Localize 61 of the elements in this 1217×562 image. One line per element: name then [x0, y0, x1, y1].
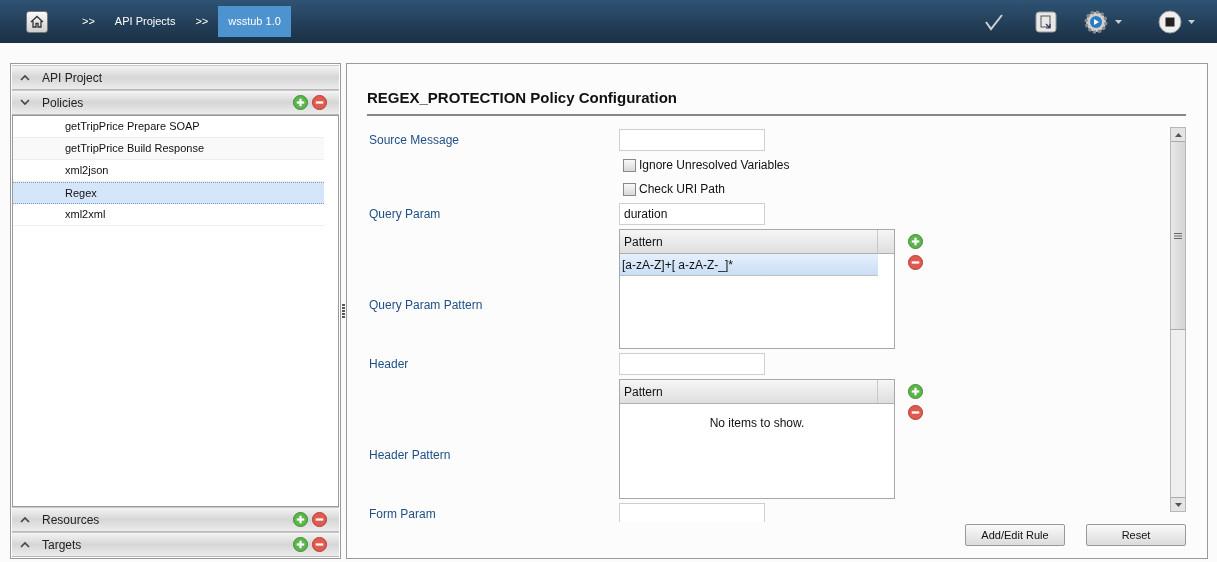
check-icon[interactable]: [984, 12, 1004, 31]
document-icon[interactable]: [1035, 10, 1057, 33]
checkbox[interactable]: [623, 158, 636, 172]
add-icon[interactable]: [293, 512, 308, 527]
section-title: Policies: [42, 94, 85, 112]
scroll-down-icon[interactable]: [1174, 502, 1182, 507]
section-header[interactable]: Targets: [12, 533, 339, 557]
text-field[interactable]: [619, 503, 765, 522]
action-button[interactable]: Reset: [1086, 524, 1186, 546]
home-icon: [30, 15, 44, 28]
settings-menu[interactable]: [1083, 8, 1122, 35]
breadcrumb[interactable]: >>: [185, 6, 219, 37]
action-button[interactable]: Add/Edit Rule: [965, 524, 1065, 546]
table-row[interactable]: [a-zA-Z]+[ a-zA-Z-_]*: [620, 254, 878, 276]
stop-menu[interactable]: [1158, 9, 1195, 34]
remove-icon[interactable]: [312, 95, 327, 110]
scroll-up-icon[interactable]: [1174, 132, 1182, 137]
field-label: Header: [369, 356, 410, 373]
remove-icon[interactable]: [908, 405, 923, 420]
settings-icon: [1083, 8, 1109, 35]
section-title: API Project: [42, 69, 104, 87]
caret-icon: [1115, 19, 1122, 24]
chevron-down-icon[interactable]: [20, 99, 30, 106]
policy-item[interactable]: getTripPrice Build Response: [13, 138, 324, 160]
grip-icon[interactable]: [1174, 232, 1182, 239]
text-field[interactable]: duration: [619, 203, 765, 225]
add-icon[interactable]: [293, 95, 308, 110]
checkbox[interactable]: [623, 182, 636, 196]
field-label: Form Param: [369, 506, 437, 522]
checkbox-label: Check URI Path: [639, 181, 726, 198]
section-title: Resources: [42, 511, 101, 529]
panel-title: REGEX_PROTECTION Policy Configuration: [367, 89, 678, 106]
add-icon[interactable]: [908, 384, 923, 399]
caret-icon: [1188, 19, 1195, 24]
field-label: Source Message: [369, 132, 461, 149]
text-field[interactable]: [619, 353, 765, 375]
splitter-handle[interactable]: [342, 304, 345, 318]
section-header[interactable]: Resources: [12, 508, 339, 532]
add-icon[interactable]: [293, 537, 308, 552]
section-header[interactable]: Policies: [12, 91, 339, 115]
chevron-up-icon[interactable]: [20, 516, 30, 523]
section-header[interactable]: API Project: [12, 66, 339, 90]
breadcrumb[interactable]: >>: [72, 6, 105, 37]
field-label: Header Pattern: [369, 448, 451, 462]
field-label: Query Param: [369, 206, 442, 223]
remove-icon[interactable]: [312, 512, 327, 527]
empty-message: No items to show.: [709, 415, 805, 432]
checkbox-label: Ignore Unresolved Variables: [639, 157, 790, 174]
remove-icon[interactable]: [908, 255, 923, 270]
field-label: Query Param Pattern: [369, 298, 483, 312]
remove-icon[interactable]: [312, 537, 327, 552]
home-button[interactable]: [26, 10, 48, 33]
policy-item[interactable]: Regex: [13, 182, 324, 204]
text-field[interactable]: [619, 129, 765, 151]
add-icon[interactable]: [908, 234, 923, 249]
scrollbar[interactable]: [1170, 127, 1186, 512]
chevron-up-icon[interactable]: [20, 74, 30, 81]
breadcrumb[interactable]: API Projects: [104, 6, 186, 37]
chevron-up-icon[interactable]: [20, 541, 30, 548]
stop-icon: [1158, 9, 1182, 34]
section-title: Targets: [42, 536, 83, 554]
